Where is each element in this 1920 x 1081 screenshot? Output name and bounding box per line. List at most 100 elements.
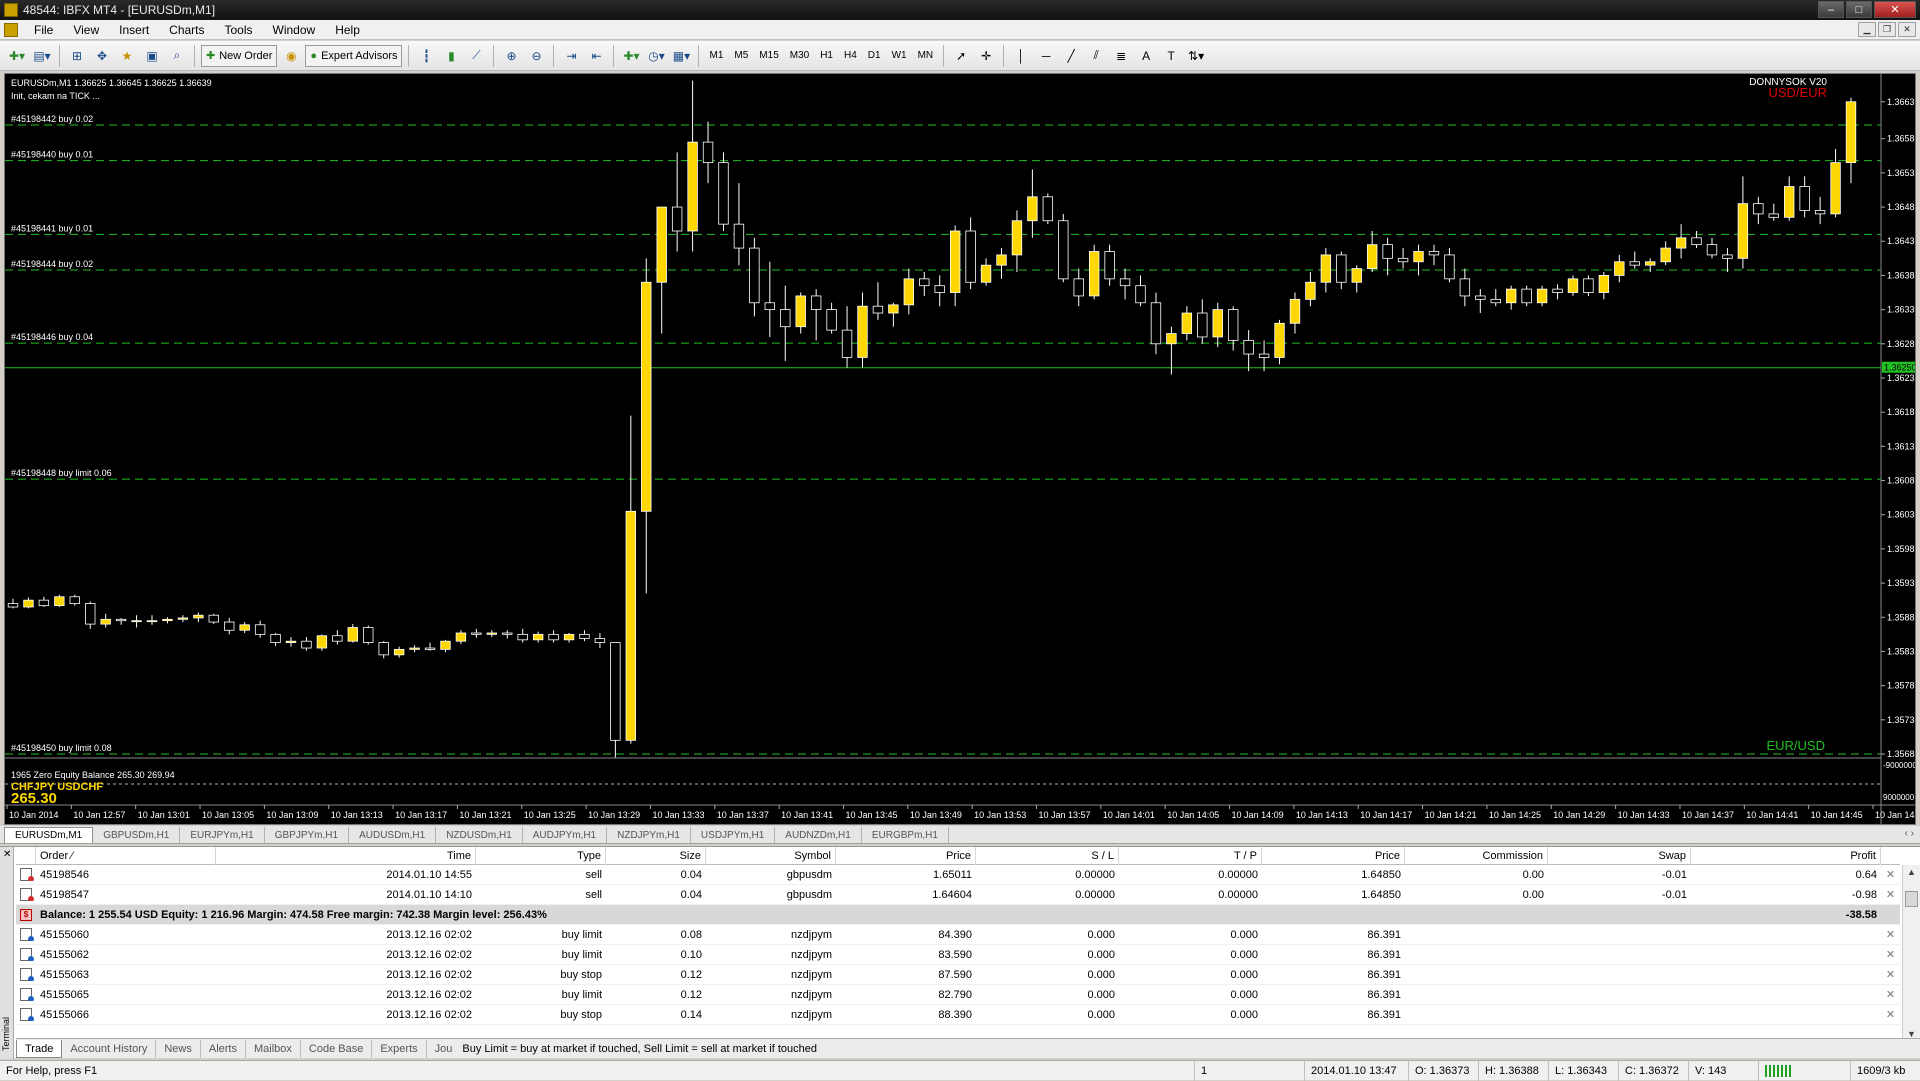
chart-tab-eurjpym-h1[interactable]: EURJPYm,H1 [180, 827, 265, 843]
menu-help[interactable]: Help [325, 23, 370, 37]
auto-scroll-icon[interactable]: ⇥ [560, 45, 582, 67]
indicators-icon[interactable]: ✚▾ [620, 45, 642, 67]
chart-window[interactable]: 1.36639 1.36585 1.36535 1.36485 1.36435 1.363… [4, 73, 1916, 825]
chart-tab-usdjpym-h1[interactable]: USDJPYm,H1 [691, 827, 776, 843]
timeframe-h4[interactable]: H4 [840, 46, 861, 66]
close-order-icon[interactable]: ✕ [1881, 888, 1900, 901]
text-tool-icon[interactable]: A [1135, 45, 1157, 67]
text-label-icon[interactable]: T [1160, 45, 1182, 67]
chart-restore-button[interactable]: ❐ [1878, 22, 1896, 37]
zoom-out-icon[interactable]: ⊖ [525, 45, 547, 67]
tab-code-base[interactable]: Code Base [301, 1039, 373, 1058]
table-row[interactable]: 45155062 2013.12.16 02:02 buy limit 0.10 nzd… [16, 945, 1900, 965]
candlestick-icon[interactable]: ▮ [440, 45, 462, 67]
table-row[interactable]: 45198547 2014.01.10 14:10 sell 0.04 gbpusdm 1… [16, 885, 1900, 905]
tab-experts[interactable]: Experts [372, 1039, 427, 1058]
new-chart-icon[interactable]: ✚▾ [6, 45, 28, 67]
timeframe-w1[interactable]: W1 [888, 46, 911, 66]
delete-order-icon[interactable]: ✕ [1881, 928, 1900, 941]
table-row[interactable]: 45155065 2013.12.16 02:02 buy limit 0.12 nzd… [16, 985, 1900, 1005]
metaeditor-icon[interactable]: ◉ [280, 45, 302, 67]
chart-tab-nzdjpym-h1[interactable]: NZDJPYm,H1 [607, 827, 691, 843]
fibonacci-icon[interactable]: ≣ [1110, 45, 1132, 67]
trendline-icon[interactable]: ╱ [1060, 45, 1082, 67]
chart-shift-icon[interactable]: ⇤ [585, 45, 607, 67]
delete-order-icon[interactable]: ✕ [1881, 1008, 1900, 1021]
delete-order-icon[interactable]: ✕ [1881, 968, 1900, 981]
scroll-thumb[interactable] [1905, 891, 1918, 907]
menu-insert[interactable]: Insert [109, 23, 159, 37]
terminal-close-icon[interactable]: ✕ [3, 849, 11, 860]
col-tp[interactable]: T / P [1119, 846, 1262, 865]
chart-tab-nzdusdm-h1[interactable]: NZDUSDm,H1 [436, 827, 523, 843]
navigator-icon[interactable]: ★ [116, 45, 138, 67]
menu-window[interactable]: Window [263, 23, 326, 37]
col-order[interactable]: Order ⁄ [36, 846, 216, 865]
col-price[interactable]: Price [836, 846, 976, 865]
timeframe-d1[interactable]: D1 [864, 46, 885, 66]
chart-tab-audjpym-h1[interactable]: AUDJPYm,H1 [523, 827, 608, 843]
arrows-icon[interactable]: ⇅▾ [1185, 45, 1207, 67]
profiles-icon[interactable]: ▤▾ [31, 45, 53, 67]
tab-journal[interactable]: Jou [427, 1040, 455, 1058]
col-time[interactable]: Time [216, 846, 476, 865]
col-symbol[interactable]: Symbol [706, 846, 836, 865]
table-row[interactable]: 45198546 2014.01.10 14:55 sell 0.04 gbpusdm 1… [16, 865, 1900, 885]
table-row[interactable]: 45155063 2013.12.16 02:02 buy stop 0.12 nzdj… [16, 965, 1900, 985]
menu-tools[interactable]: Tools [215, 23, 263, 37]
menu-view[interactable]: View [63, 23, 109, 37]
maximize-button[interactable]: □ [1846, 1, 1872, 18]
cursor-icon[interactable]: ➚ [950, 45, 972, 67]
delete-order-icon[interactable]: ✕ [1881, 948, 1900, 961]
col-sl[interactable]: S / L [976, 846, 1119, 865]
chart-tab-eurgbpm-h1[interactable]: EURGBPm,H1 [862, 827, 949, 843]
chart-tab-audnzdm-h1[interactable]: AUDNZDm,H1 [775, 827, 862, 843]
vertical-line-icon[interactable]: │ [1010, 45, 1032, 67]
timeframe-m15[interactable]: M15 [755, 46, 782, 66]
scroll-up-icon[interactable]: ▲ [1907, 867, 1916, 877]
close-order-icon[interactable]: ✕ [1881, 868, 1900, 881]
col-profit[interactable]: Profit [1691, 846, 1881, 865]
minimize-button[interactable]: – [1818, 1, 1844, 18]
line-chart-icon[interactable]: ⟋ [465, 45, 487, 67]
tab-news[interactable]: News [156, 1039, 201, 1058]
close-button[interactable]: ✕ [1874, 1, 1916, 18]
tab-scroll-arrows[interactable]: ‹ › [1905, 828, 1914, 839]
chart-close-button[interactable]: ✕ [1898, 22, 1916, 37]
terminal-icon[interactable]: ▣ [141, 45, 163, 67]
table-row[interactable]: 45155066 2013.12.16 02:02 buy stop 0.14 nzdj… [16, 1005, 1900, 1025]
horizontal-line-icon[interactable]: ─ [1035, 45, 1057, 67]
templates-icon[interactable]: ▦▾ [670, 45, 692, 67]
tab-trade[interactable]: Trade [16, 1039, 63, 1058]
timeframe-m30[interactable]: M30 [786, 46, 813, 66]
timeframe-mn[interactable]: MN [914, 46, 938, 66]
table-row[interactable]: 45155060 2013.12.16 02:02 buy limit 0.08 nzd… [16, 925, 1900, 945]
new-order-button[interactable]: ✚ New Order [201, 44, 278, 67]
data-window-icon[interactable]: ✥ [91, 45, 113, 67]
crosshair-icon[interactable]: ✛ [975, 45, 997, 67]
col-commission[interactable]: Commission [1405, 846, 1548, 865]
price-chart[interactable]: 1.36639 1.36585 1.36535 1.36485 1.36435 1.363… [5, 74, 1916, 825]
expert-advisors-button[interactable]: ● Expert Advisors [305, 44, 403, 67]
market-watch-icon[interactable]: ⊞ [66, 45, 88, 67]
chart-tab-gbpjpym-h1[interactable]: GBPJPYm,H1 [265, 827, 350, 843]
menu-file[interactable]: File [24, 23, 63, 37]
tab-mailbox[interactable]: Mailbox [246, 1039, 301, 1058]
tab-alerts[interactable]: Alerts [201, 1039, 246, 1058]
col-type[interactable]: Type [476, 846, 606, 865]
periods-icon[interactable]: ◷▾ [645, 45, 667, 67]
chart-window-icon[interactable] [4, 22, 18, 37]
chart-tab-gbpusdm-h1[interactable]: GBPUSDm,H1 [93, 827, 181, 843]
timeframe-m5[interactable]: M5 [730, 46, 752, 66]
bar-chart-icon[interactable]: ┇ [415, 45, 437, 67]
col-swap[interactable]: Swap [1548, 846, 1691, 865]
chart-tab-audusdm-h1[interactable]: AUDUSDm,H1 [349, 827, 437, 843]
timeframe-m1[interactable]: M1 [705, 46, 727, 66]
chart-tab-eurusdm-m1[interactable]: EURUSDm,M1 [4, 827, 94, 843]
col-current-price[interactable]: Price [1262, 846, 1405, 865]
menu-charts[interactable]: Charts [159, 23, 214, 37]
tab-account-history[interactable]: Account History [62, 1039, 157, 1058]
terminal-scrollbar[interactable]: ▲ ▼ [1902, 865, 1920, 1041]
chart-minimize-button[interactable]: ▁ [1858, 22, 1876, 37]
zoom-in-icon[interactable]: ⊕ [500, 45, 522, 67]
